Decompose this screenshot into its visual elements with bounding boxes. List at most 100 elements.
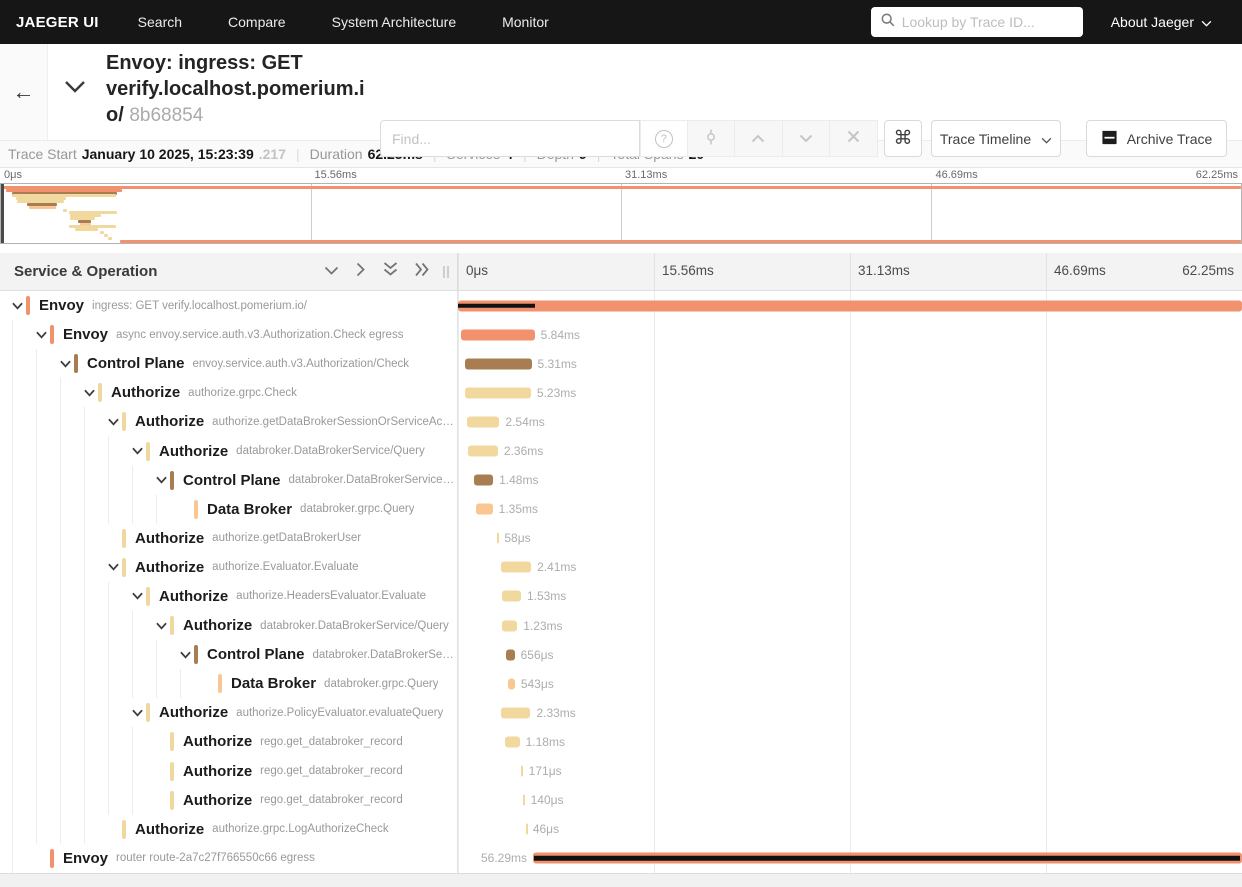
archive-trace-button[interactable]: Archive Trace (1086, 120, 1227, 157)
span-bar[interactable] (526, 824, 528, 835)
span-bar[interactable] (501, 707, 530, 718)
bottom-scroll-track[interactable] (0, 873, 1242, 887)
span-bar[interactable] (497, 533, 499, 544)
trace-minimap[interactable] (0, 183, 1242, 244)
span-tree-cell[interactable]: Control Plane databroker.DataBrokerServi… (0, 640, 458, 669)
span-bar[interactable] (458, 300, 1242, 311)
span-timeline-cell[interactable]: 1.23ms (458, 611, 1242, 640)
nav-item-compare[interactable]: Compare (205, 14, 309, 30)
span-timeline-cell[interactable]: 2.41ms (458, 553, 1242, 582)
span-tree-cell[interactable]: Authorize rego.get_databroker_record (0, 786, 458, 815)
collapse-all-icon[interactable] (383, 262, 398, 281)
span-tree-cell[interactable]: Authorize authorize.HeadersEvaluator.Eva… (0, 582, 458, 611)
span-bar[interactable] (506, 649, 514, 660)
span-tree-cell[interactable]: Authorize authorize.Evaluator.Evaluate (0, 553, 458, 582)
span-tree-cell[interactable]: Authorize databroker.DataBrokerService/Q… (0, 436, 458, 465)
span-timeline-cell[interactable]: 56.29ms (458, 844, 1242, 873)
column-resize-handle[interactable] (443, 266, 449, 278)
span-expand-toggle[interactable] (60, 360, 74, 368)
span-tree-cell[interactable]: Authorize authorize.PolicyEvaluator.eval… (0, 698, 458, 727)
span-timeline-cell[interactable]: 2.36ms (458, 436, 1242, 465)
span-bar[interactable] (468, 446, 498, 457)
span-tree-cell[interactable]: Authorize databroker.DataBrokerService/Q… (0, 611, 458, 640)
span-timeline-cell[interactable]: 5.31ms (458, 349, 1242, 378)
span-timeline-cell[interactable]: 656μs (458, 640, 1242, 669)
span-tree-cell[interactable]: Envoy async envoy.service.auth.v3.Author… (0, 320, 458, 349)
keyboard-shortcuts-button[interactable]: ⌘ (884, 120, 922, 157)
span-bar[interactable] (467, 416, 499, 427)
span-expand-toggle[interactable] (108, 418, 122, 426)
span-tree-cell[interactable]: Control Plane envoy.service.auth.v3.Auth… (0, 349, 458, 378)
span-tree-cell[interactable]: Authorize authorize.getDataBrokerUser (0, 524, 458, 553)
span-expand-toggle[interactable] (132, 592, 146, 600)
jaeger-logo[interactable]: JAEGER UI (0, 14, 115, 31)
span-timeline-cell[interactable]: 1.48ms (458, 466, 1242, 495)
span-timeline-cell[interactable]: 5.84ms (458, 320, 1242, 349)
span-expand-toggle[interactable] (12, 302, 26, 310)
span-expand-toggle[interactable] (156, 476, 170, 484)
span-timeline-cell[interactable]: 58μs (458, 524, 1242, 553)
span-tree-cell[interactable]: Authorize authorize.grpc.LogAuthorizeChe… (0, 815, 458, 844)
span-bar[interactable] (505, 736, 520, 747)
span-bar[interactable] (465, 358, 532, 369)
span-expand-toggle[interactable] (84, 389, 98, 397)
expand-one-icon[interactable] (356, 262, 366, 282)
span-tree-cell[interactable]: Authorize rego.get_databroker_record (0, 757, 458, 786)
span-bar[interactable] (461, 329, 535, 340)
span-bar[interactable] (523, 795, 525, 806)
span-bar[interactable] (474, 475, 493, 486)
trace-view-selector[interactable]: Trace Timeline (931, 120, 1061, 157)
span-expand-toggle[interactable] (132, 709, 146, 717)
trace-id-lookup[interactable] (871, 7, 1083, 37)
expand-all-icon[interactable] (415, 262, 429, 282)
span-bar[interactable] (465, 387, 531, 398)
find-help-button[interactable]: ? (640, 120, 688, 157)
span-bar[interactable] (476, 504, 493, 515)
span-tree-cell[interactable]: Control Plane databroker.DataBrokerServi… (0, 466, 458, 495)
back-button[interactable]: ← (0, 44, 48, 140)
span-timeline-cell[interactable]: 46μs (458, 815, 1242, 844)
span-timeline-cell[interactable]: 1.35ms (458, 495, 1242, 524)
find-focus-button[interactable] (688, 120, 736, 157)
find-next-button[interactable] (783, 120, 831, 157)
span-timeline-cell[interactable]: 543μs (458, 669, 1242, 698)
span-bar[interactable] (521, 766, 523, 777)
nav-item-search[interactable]: Search (115, 14, 205, 30)
span-tree-cell[interactable]: Data Broker databroker.grpc.Query (0, 669, 458, 698)
timeline-ruler: 0μs15.56ms31.13ms46.69ms62.25ms (458, 253, 1242, 290)
span-tree-cell[interactable]: Authorize authorize.getDataBrokerSession… (0, 407, 458, 436)
span-expand-toggle[interactable] (132, 447, 146, 455)
span-timeline-cell[interactable]: 171μs (458, 757, 1242, 786)
trace-id-input[interactable] (902, 14, 1083, 30)
span-bar[interactable] (508, 678, 515, 689)
span-timeline-cell[interactable]: 5.23ms (458, 378, 1242, 407)
find-input[interactable] (380, 120, 640, 157)
span-tree-cell[interactable]: Envoy ingress: GET verify.localhost.pome… (0, 291, 458, 320)
span-expand-toggle[interactable] (180, 651, 194, 659)
about-jaeger-menu[interactable]: About Jaeger (1111, 14, 1212, 30)
span-expand-toggle[interactable] (156, 622, 170, 630)
span-expand-toggle[interactable] (36, 331, 50, 339)
span-timeline-cell[interactable]: 2.33ms (458, 698, 1242, 727)
nav-item-monitor[interactable]: Monitor (479, 14, 572, 30)
span-timeline-cell[interactable]: 1.18ms (458, 727, 1242, 756)
span-bar[interactable] (502, 591, 521, 602)
span-tree-cell[interactable]: Data Broker databroker.grpc.Query (0, 495, 458, 524)
span-bar[interactable] (502, 620, 518, 631)
span-bar[interactable] (501, 562, 531, 573)
span-tree-cell[interactable]: Envoy router route-2a7c27f766550c66 egre… (0, 844, 458, 873)
span-timeline-cell[interactable] (458, 291, 1242, 320)
span-tree-cell[interactable]: Authorize rego.get_databroker_record (0, 727, 458, 756)
span-timeline-cell[interactable]: 2.54ms (458, 407, 1242, 436)
span-timeline-cell[interactable]: 140μs (458, 786, 1242, 815)
trace-collapse-toggle[interactable] (64, 80, 86, 99)
minimap-left-scrubber[interactable] (1, 184, 4, 243)
span-tree-cell[interactable]: Authorize authorize.grpc.Check (0, 378, 458, 407)
span-timeline-cell[interactable]: 1.53ms (458, 582, 1242, 611)
span-expand-toggle[interactable] (108, 563, 122, 571)
nav-item-system-architecture[interactable]: System Architecture (309, 14, 480, 30)
indent-guide (36, 698, 60, 727)
find-prev-button[interactable] (735, 120, 783, 157)
find-clear-button[interactable] (830, 120, 878, 157)
collapse-one-icon[interactable] (324, 263, 339, 281)
